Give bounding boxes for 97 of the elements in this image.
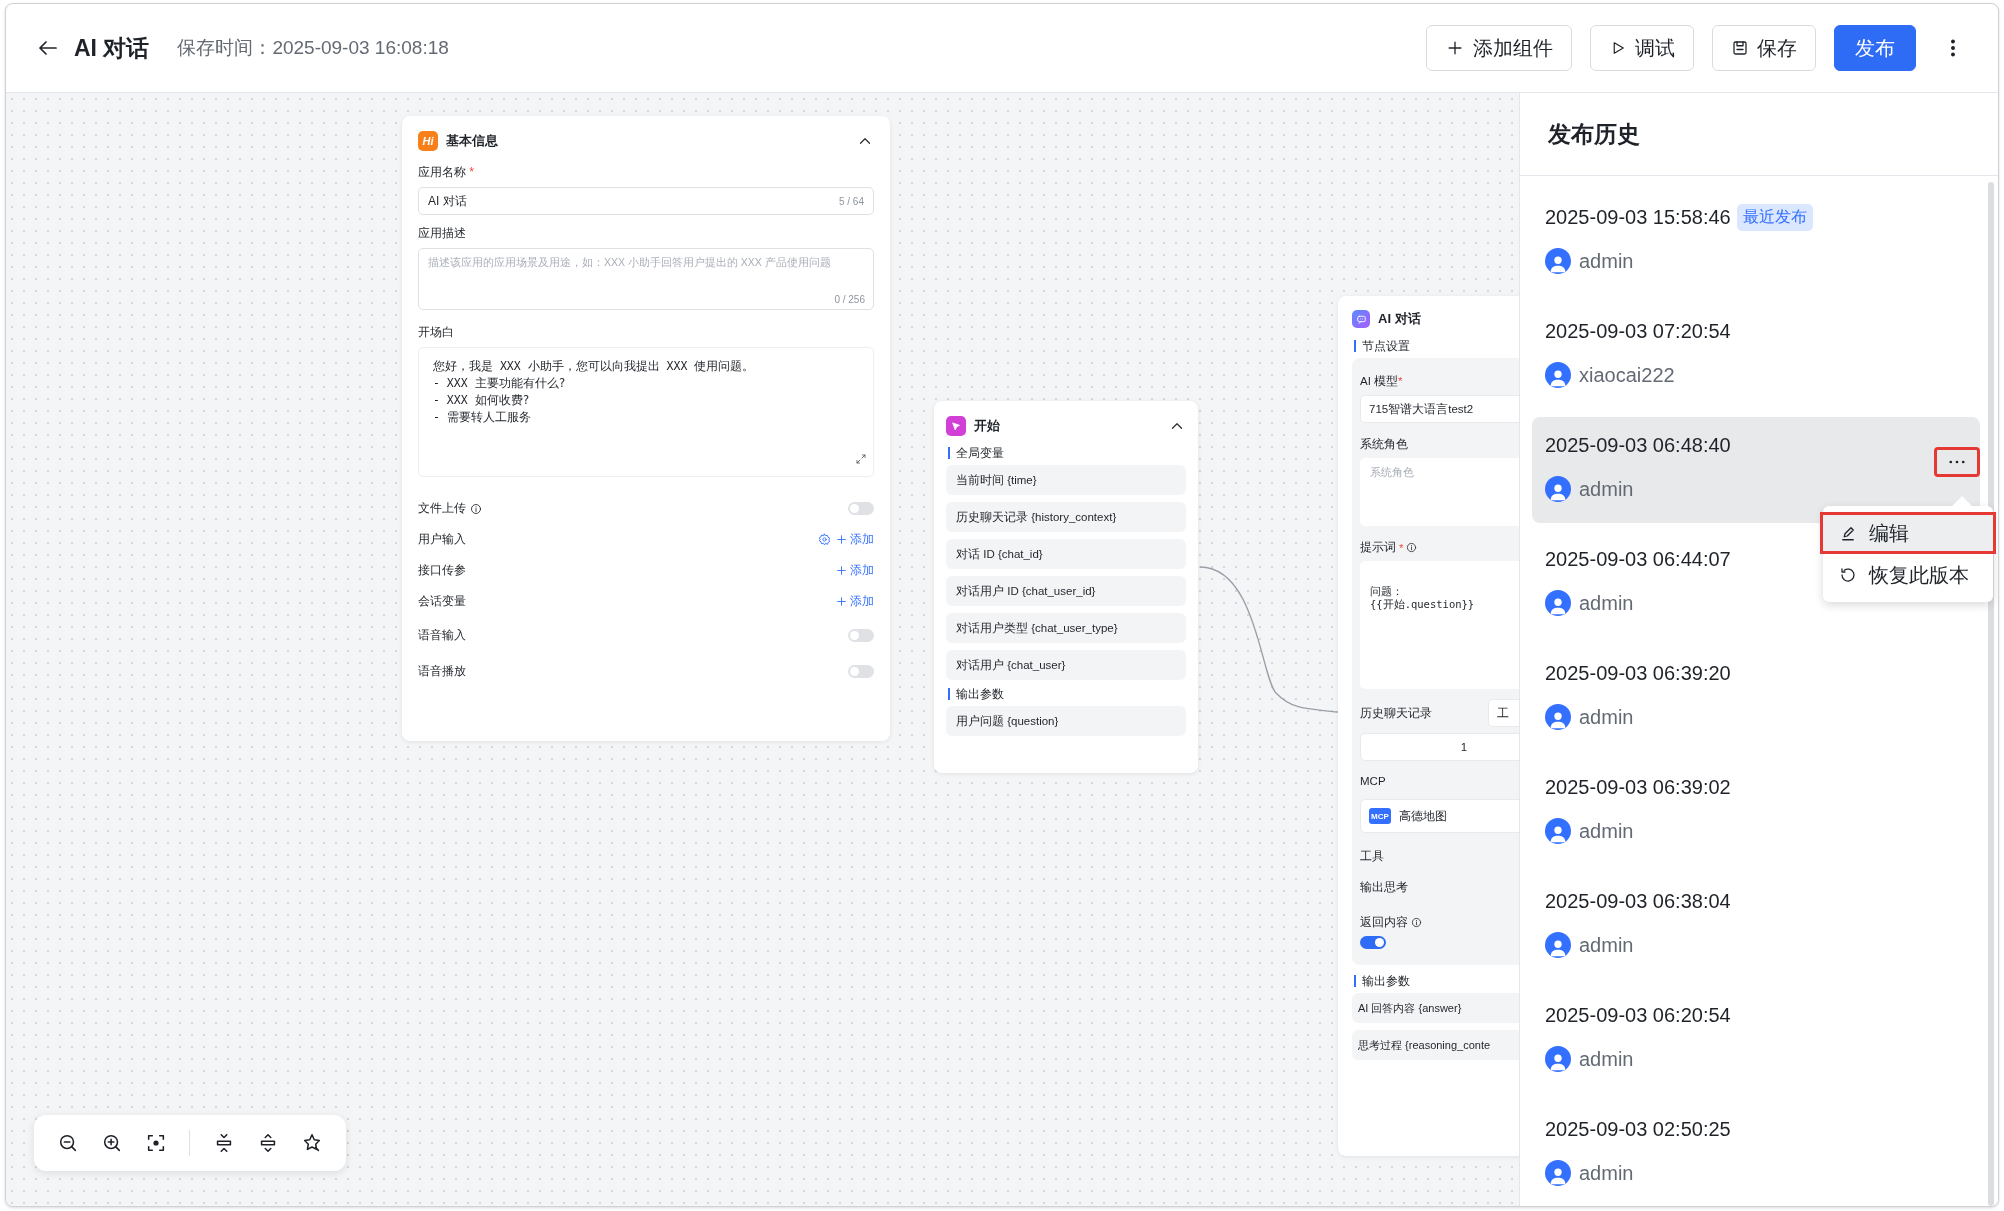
- ai-node-card[interactable]: AI 对话 节点设置 AI 模型* 715智谱大语言test2 系统角色 系统角色 提示词 * 问题： {{开始.question}} 历史聊天记录 工 1 MCP MCP 高德地图 工具 输出思考 返回内容 输出参数 AI 回答内容 {answer} 思考过程 {reasoning_conte: [1338, 296, 1519, 1156]
- user-name: admin: [1579, 591, 1634, 615]
- field-label: MCP: [1360, 775, 1387, 787]
- variable-item: 历史聊天记录 {history_context}: [946, 502, 1186, 532]
- user-name: admin: [1579, 249, 1634, 273]
- publish-time: 2025-09-03 06:44:07: [1545, 547, 1731, 571]
- panel-title: 发布历史: [1548, 119, 1640, 149]
- field-label: 输出思考: [1360, 880, 1409, 895]
- pencil-icon: [1839, 524, 1857, 542]
- page-title: AI 对话: [74, 33, 150, 63]
- publish-time: 2025-09-03 07:20:54: [1545, 319, 1731, 343]
- field-label: 开场白: [418, 324, 455, 341]
- history-item[interactable]: 2025-09-03 07:20:54 xiaocai222: [1532, 303, 1980, 409]
- variable-item: 当前时间 {time}: [946, 465, 1186, 495]
- user-name: admin: [1579, 705, 1634, 729]
- plus-icon: [835, 564, 848, 577]
- field-label: 应用描述: [418, 225, 467, 242]
- user-name: admin: [1579, 1047, 1634, 1071]
- setting-label: 文件上传: [418, 500, 466, 517]
- prompt-field[interactable]: 问题： {{开始.question}}: [1360, 561, 1519, 689]
- history-item[interactable]: 2025-09-03 06:38:04 admin: [1532, 873, 1980, 979]
- card-title: AI 对话: [1378, 310, 1421, 328]
- history-item[interactable]: 2025-09-03 06:20:54 admin: [1532, 987, 1980, 1093]
- history-item[interactable]: 2025-09-03 06:39:20 admin: [1532, 645, 1980, 751]
- user-name: admin: [1579, 819, 1634, 843]
- variable-item: 对话用户 ID {chat_user_id}: [946, 576, 1186, 606]
- publish-time: 2025-09-03 06:48:40: [1545, 433, 1731, 457]
- add-link[interactable]: 添加: [835, 562, 874, 579]
- publish-time: 2025-09-03 06:39:02: [1545, 775, 1731, 799]
- save-icon: [1731, 39, 1749, 57]
- menu-item[interactable]: 恢复此版本: [1823, 554, 1993, 596]
- field-label: 返回内容: [1360, 915, 1519, 930]
- user-name: admin: [1579, 933, 1634, 957]
- save-button[interactable]: 保存: [1712, 25, 1816, 71]
- more-icon: [1949, 460, 1965, 464]
- field-label: 工具: [1360, 849, 1385, 864]
- variable-item: 对话用户类型 {chat_user_type}: [946, 613, 1186, 643]
- plus-icon: [835, 595, 848, 608]
- hi-logo: Hi: [418, 131, 438, 151]
- field-label: 提示词 *: [1360, 540, 1519, 555]
- expand-icon: [855, 453, 867, 465]
- history-item[interactable]: 2025-09-03 02:50:25 admin: [1532, 1101, 1980, 1206]
- more-button[interactable]: [1934, 447, 1980, 477]
- field-label: 系统角色: [1360, 437, 1409, 452]
- gear-icon[interactable]: [818, 533, 831, 546]
- setting-label: 语音输入: [418, 626, 466, 644]
- toggle-switch[interactable]: [848, 628, 874, 642]
- field-label: 历史聊天记录: [1360, 705, 1433, 721]
- variable-item: 对话 ID {chat_id}: [946, 539, 1186, 569]
- variable-item: AI 回答内容 {answer}: [1352, 993, 1519, 1023]
- name-input-field[interactable]: AI 对话 5 / 64: [418, 187, 874, 215]
- user-name: admin: [1579, 477, 1634, 501]
- info-icon: [1406, 542, 1418, 553]
- history-item[interactable]: 2025-09-03 06:39:02 admin: [1532, 759, 1980, 865]
- plus-icon: [835, 533, 848, 546]
- publish-time: 2025-09-03 06:20:54: [1545, 1003, 1731, 1027]
- toggle-switch[interactable]: [848, 664, 874, 678]
- history-count-field[interactable]: 1: [1360, 733, 1519, 761]
- user-name: xiaocai222: [1579, 363, 1675, 387]
- setting-label: 会话变量: [418, 593, 466, 610]
- toggle-switch[interactable]: [1360, 936, 1386, 949]
- setting-label: 用户输入: [418, 531, 466, 548]
- card-title: 基本信息: [446, 132, 498, 150]
- user-name: admin: [1579, 1161, 1634, 1185]
- opening-text-field[interactable]: 您好，我是 XXX 小助手，您可以向我提出 XXX 使用问题。 - XXX 主要功能有什么? - XXX 如何收费? - 需要转人工服务: [418, 347, 874, 477]
- variable-item: 对话用户 {chat_user}: [946, 650, 1186, 680]
- add-link[interactable]: 添加: [835, 531, 874, 548]
- variable-item: 思考过程 {reasoning_conte: [1352, 1030, 1519, 1060]
- publish-time: 2025-09-03 15:58:46: [1545, 205, 1731, 229]
- history-item[interactable]: 2025-09-03 15:58:46 最近发布 admin: [1532, 189, 1980, 295]
- debug-button[interactable]: 调试: [1590, 25, 1694, 71]
- scrollbar[interactable]: [1988, 182, 1994, 1206]
- history-item[interactable]: 2025-09-03 06:48:40 admin: [1532, 417, 1980, 523]
- menu-item[interactable]: 编辑: [1820, 512, 1996, 554]
- setting-label: 接口传参: [418, 562, 466, 579]
- section-title: 全局变量: [948, 447, 1186, 459]
- variable-item: 用户问题 {question}: [946, 706, 1186, 736]
- start-node-card[interactable]: 开始 全局变量 当前时间 {time} 历史聊天记录 {history_context} 对话 ID {chat_id} 对话用户 ID {chat_user_id} 对话用户类型 {chat_user_type} 对话用户 {chat_user} 输出参数 用户问题 {question}: [934, 401, 1198, 773]
- model-select[interactable]: 715智谱大语言test2: [1360, 395, 1519, 423]
- card-title: 开始: [974, 417, 1000, 435]
- section-title: 输出参数: [948, 688, 1186, 700]
- add-link[interactable]: 添加: [835, 593, 874, 610]
- toggle-switch[interactable]: [848, 502, 874, 515]
- restore-icon: [1839, 566, 1857, 584]
- field-label: 应用名称 *: [418, 164, 475, 181]
- history-mode-select[interactable]: 工: [1488, 699, 1519, 727]
- publish-button[interactable]: 发布: [1834, 25, 1916, 71]
- save-time: 保存时间：2025-09-03 16:08:18: [177, 36, 449, 60]
- add-button[interactable]: 添加组件: [1426, 25, 1572, 71]
- publish-time: 2025-09-03 06:38:04: [1545, 889, 1731, 913]
- publish-time: 2025-09-03 06:39:20: [1545, 661, 1731, 685]
- field-label: AI 模型*: [1360, 374, 1404, 389]
- mcp-item[interactable]: MCP 高德地图: [1360, 799, 1519, 833]
- setting-label: 语音播放: [418, 662, 466, 680]
- latest-tag: 最近发布: [1736, 203, 1813, 231]
- publish-time: 2025-09-03 02:50:25: [1545, 1117, 1731, 1141]
- info-icon: [1411, 917, 1422, 928]
